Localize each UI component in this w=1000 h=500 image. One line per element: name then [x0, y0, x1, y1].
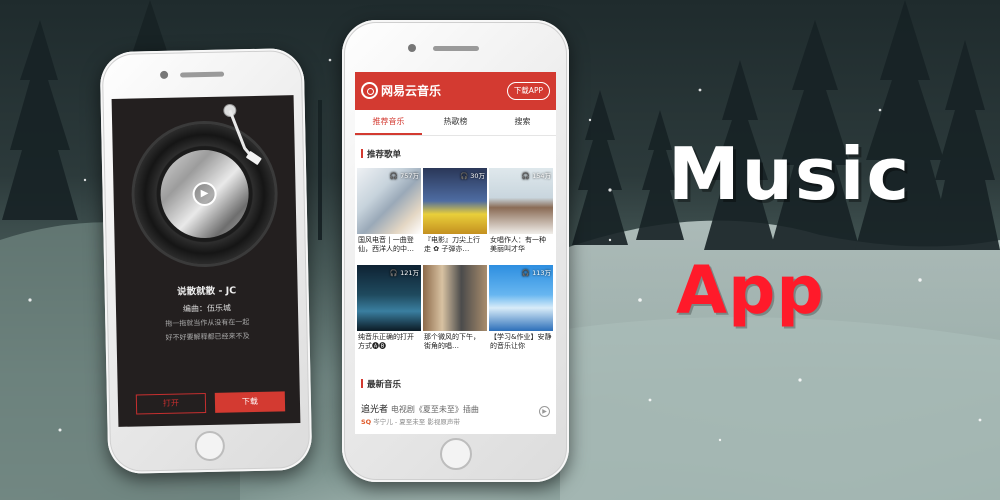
headline-app: App	[676, 252, 825, 329]
playlist-card[interactable]: 🎧 757万 国风电音 | 一曲登仙，西洋人的中…	[357, 168, 421, 263]
lyric-line: 好不好要解释都已经来不及	[165, 332, 250, 342]
playlist-card[interactable]: 🎧 154万 女唱作人：有一种美丽叫才华	[489, 168, 553, 263]
section-title-playlists: 推荐歌单	[361, 148, 401, 160]
front-camera	[160, 70, 169, 79]
tab-search[interactable]: 搜索	[489, 110, 556, 135]
netease-logo-icon	[361, 82, 378, 99]
playlist-caption: 女唱作人：有一种美丽叫才华	[490, 236, 546, 253]
download-button[interactable]: 下载	[214, 391, 286, 413]
lyric-line: 拖一拖就当作从没有在一起	[165, 318, 250, 328]
home-button[interactable]	[194, 430, 226, 462]
download-app-button[interactable]: 下载APP	[506, 82, 550, 100]
music-app-screen: 网易云音乐 下载APP 推荐音乐 热歌榜 搜索 推荐歌单 🎧 757万 国风电音…	[355, 72, 556, 434]
playlist-caption: 『电影』刀尖上行走 ✿ 子弹亦…	[424, 236, 480, 253]
sq-badge: SQ	[361, 418, 372, 426]
player-screen: ▶ 说散就散 - JC 编曲：伍乐城 拖一拖就当作从没有在一起 好不好要解释都已…	[111, 95, 301, 427]
speaker-slot	[180, 71, 225, 78]
app-header: 网易云音乐 下载APP	[355, 72, 556, 110]
playlist-grid: 🎧 757万 国风电音 | 一曲登仙，西洋人的中… 🎧 30万 『电影』刀尖上行…	[357, 168, 554, 360]
playlist-cover	[423, 265, 487, 331]
new-song-subtitle: 电视剧《夏至未至》插曲	[390, 405, 479, 414]
tab-bar: 推荐音乐 热歌榜 搜索	[355, 110, 556, 136]
new-song-artist-row: SQ 岑宁儿 - 夏至未至 影视原声带	[361, 416, 460, 426]
open-button[interactable]: 打开	[135, 393, 207, 415]
play-count: 🎧 121万	[389, 269, 419, 277]
new-song-item[interactable]: 追光者 电视剧《夏至未至》插曲	[361, 402, 479, 415]
headline-music: Music	[668, 132, 912, 216]
playlist-caption: 【学习&作业】安静的音乐让你	[490, 333, 552, 350]
play-count: 🎧 154万	[521, 172, 551, 180]
play-song-icon[interactable]: ▶	[539, 406, 550, 417]
app-logo[interactable]: 网易云音乐	[361, 82, 441, 99]
tab-recommended[interactable]: 推荐音乐	[355, 110, 422, 135]
section-title-new-music: 最新音乐	[361, 378, 401, 390]
playlist-card[interactable]: 🎧 30万 『电影』刀尖上行走 ✿ 子弹亦…	[423, 168, 487, 263]
tab-hot-songs[interactable]: 热歌榜	[422, 110, 489, 135]
playlist-card[interactable]: 🎧 113万 【学习&作业】安静的音乐让你	[489, 265, 553, 360]
phone-right: 网易云音乐 下载APP 推荐音乐 热歌榜 搜索 推荐歌单 🎧 757万 国风电音…	[342, 20, 569, 482]
new-song-artist: 岑宁儿 - 夏至未至 影视原声带	[373, 418, 460, 426]
play-count: 🎧 30万	[460, 172, 485, 180]
play-count: 🎧 113万	[521, 269, 551, 277]
song-title: 说散就散 - JC	[176, 285, 237, 298]
playlist-card[interactable]: 那个微风的下午，街角的唱…	[423, 265, 487, 360]
tonearm-icon	[223, 103, 262, 165]
front-camera	[408, 44, 416, 52]
play-count: 🎧 757万	[389, 172, 419, 180]
app-name: 网易云音乐	[381, 84, 442, 98]
playlist-card[interactable]: 🎧 121万 纯音乐正确的打开方式🅐🅑	[357, 265, 421, 360]
song-editor: 编曲：伍乐城	[182, 303, 232, 314]
phone-left: ▶ 说散就散 - JC 编曲：伍乐城 拖一拖就当作从没有在一起 好不好要解释都已…	[99, 47, 313, 475]
home-button[interactable]	[439, 438, 472, 470]
playlist-caption: 国风电音 | 一曲登仙，西洋人的中…	[358, 236, 414, 253]
new-song-title: 追光者	[361, 405, 389, 415]
playlist-caption: 纯音乐正确的打开方式🅐🅑	[358, 333, 414, 350]
playlist-caption: 那个微风的下午，街角的唱…	[424, 333, 480, 350]
speaker-slot	[432, 46, 479, 51]
